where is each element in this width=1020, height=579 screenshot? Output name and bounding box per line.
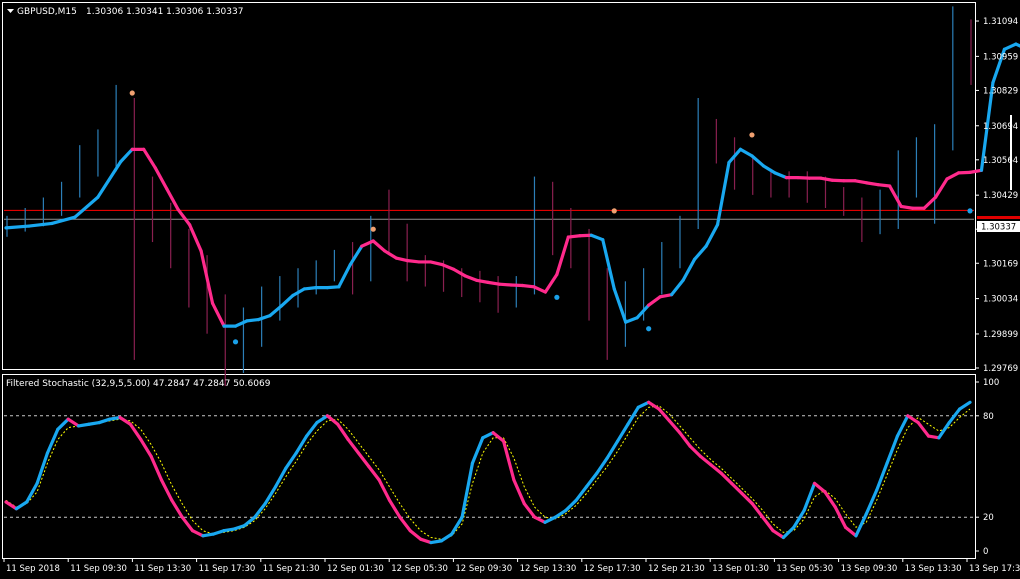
time-tick-label: 13 Sep 09:30 [841,564,898,574]
price-tick-label: 1.30034 [983,295,1018,305]
time-tick-label: 12 Sep 13:30 [520,564,577,574]
level-tick-label: 80 [983,412,994,422]
time-tick-label: 12 Sep 05:30 [391,564,448,574]
chart-canvas[interactable]: 1.31094 1.30959 1.30829 1.30694 1.30564 1.304… [0,0,1020,579]
trend-line-segment [497,282,513,287]
indicator-title: Filtered Stochastic (32,9,5,5.00) 47.284… [6,379,271,389]
trend-line-segment [509,283,525,288]
time-tick-label: 11 Sep 13:30 [134,564,191,574]
price-tick-label: 1.30429 [983,191,1018,201]
current-price-marker [977,216,1020,219]
time-tick-label: 12 Sep 17:30 [584,564,641,574]
buy-signal-dot [554,294,560,300]
time-tick-label: 12 Sep 21:30 [648,564,705,574]
trend-line-segment [968,168,984,174]
trend-line-segment [406,259,421,264]
level-tick-label: 100 [983,378,999,388]
chart-background [0,0,1020,579]
trend-line-segment [899,204,915,210]
trend-line-segment [865,181,880,187]
trend-line-segment [486,280,502,286]
buy-signal-dot [967,208,973,214]
price-tick-label: 1.30959 [983,52,1018,62]
sell-signal-dot [129,90,135,96]
time-tick-label: 13 Sep 01:30 [712,564,769,574]
trend-line-segment [245,317,261,323]
price-scale-scrollbar[interactable] [1010,115,1012,190]
time-tick-label: 11 Sep 17:30 [199,564,256,574]
time-tick-label: 13 Sep 13:30 [905,564,962,574]
trend-line-segment [819,176,834,182]
trend-line-segment [956,170,972,175]
time-tick-label: 12 Sep 09:30 [455,564,512,574]
time-tick-label: 13 Sep 17:30 [969,564,1020,574]
trend-line-segment [578,233,593,238]
price-tick-label: 1.30169 [983,259,1018,269]
trend-line-segment [4,224,31,230]
trend-line-segment [566,234,582,239]
trend-line-segment [658,293,674,299]
price-tick-label: 1.29899 [983,330,1018,340]
time-tick-label: 13 Sep 05:30 [776,564,833,574]
symbol-label: GBPUSD,M15 [17,7,77,17]
level-tick-label: 20 [983,513,994,523]
trend-line-segment [520,283,536,289]
buy-signal-dot [646,326,652,332]
trend-line-segment [853,179,869,185]
sell-signal-dot [749,132,755,138]
time-tick-label: 12 Sep 01:30 [327,564,384,574]
current-price-label: 1.30337 [981,223,1016,233]
trend-line-segment [830,178,846,183]
trend-line-segment [876,183,892,188]
level-tick-label: 0 [983,547,988,557]
price-tick-label: 1.31094 [983,17,1018,27]
trend-line-segment [474,278,490,284]
buy-signal-dot [232,339,239,345]
time-tick-label: 11 Sep 09:30 [70,564,127,574]
price-tick-label: 1.30564 [983,156,1018,166]
sell-signal-dot [611,208,617,214]
price-tick-label: 1.29769 [983,364,1018,374]
trend-line-segment [302,286,318,291]
time-tick-label: 11 Sep 2018 [6,564,60,574]
sell-signal-dot [370,226,376,232]
price-tick-label: 1.30829 [983,86,1018,96]
price-tick-label: 1.30694 [983,122,1018,132]
ohlc-values: 1.30306 1.30341 1.30306 1.30337 [86,7,243,17]
time-tick-label: 11 Sep 21:30 [263,564,320,574]
trend-line-segment [796,176,811,180]
trend-line-segment [325,285,341,290]
